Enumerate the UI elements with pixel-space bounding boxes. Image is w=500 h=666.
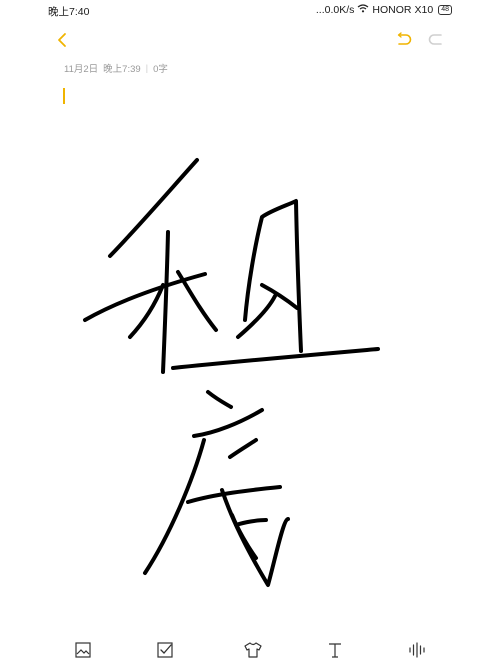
text-format-icon [329, 643, 341, 658]
redo-button[interactable] [424, 28, 448, 52]
stroke-5 [176, 270, 218, 332]
stroke-9 [171, 347, 380, 370]
note-time: 晚上7:39 [103, 64, 141, 75]
theme-button[interactable] [241, 638, 265, 662]
redo-icon [428, 34, 442, 45]
word-count: 0字 [153, 64, 168, 75]
stroke-15 [220, 488, 290, 587]
stroke-13 [228, 438, 258, 459]
wifi-icon [357, 4, 369, 16]
checkbox-icon [157, 642, 173, 658]
stroke-1 [108, 158, 199, 258]
stroke-14 [186, 485, 282, 504]
stroke-6 [243, 199, 303, 353]
device-model: X10 [414, 4, 434, 16]
status-time: 晚上7:40 [48, 6, 90, 18]
undo-button[interactable] [392, 28, 416, 52]
audio-icon [409, 642, 425, 658]
text-cursor[interactable] [63, 88, 65, 104]
handwriting-canvas[interactable] [0, 130, 500, 620]
stroke-3 [161, 230, 170, 374]
insert-image-button[interactable] [71, 638, 95, 662]
back-icon [58, 33, 66, 47]
shirt-theme-icon [244, 642, 262, 658]
network-speed: ...0.0K/s [315, 4, 355, 16]
voice-record-button[interactable] [405, 638, 429, 662]
image-icon [75, 642, 91, 658]
top-toolbar [0, 24, 500, 56]
carrier-name: HONOR [372, 4, 412, 16]
bottom-toolbar [0, 630, 500, 666]
back-button[interactable] [50, 28, 74, 52]
stroke-12 [143, 438, 206, 575]
stroke-11 [192, 408, 264, 438]
text-format-button[interactable] [323, 638, 347, 662]
stroke-2 [83, 272, 207, 322]
checklist-button[interactable] [153, 638, 177, 662]
meta-divider: | [145, 62, 149, 74]
battery-icon: 48 [438, 5, 452, 15]
status-bar: 晚上7:40 ...0.0K/s HONOR X10 48 [0, 0, 500, 20]
undo-icon [397, 32, 412, 45]
status-indicators: ...0.0K/s HONOR X10 48 [316, 4, 452, 16]
stroke-10 [206, 390, 233, 409]
note-meta: 11月2日 晚上7:39 | 0字 [64, 61, 168, 76]
note-date: 11月2日 [64, 64, 99, 75]
stroke-16 [234, 518, 268, 527]
